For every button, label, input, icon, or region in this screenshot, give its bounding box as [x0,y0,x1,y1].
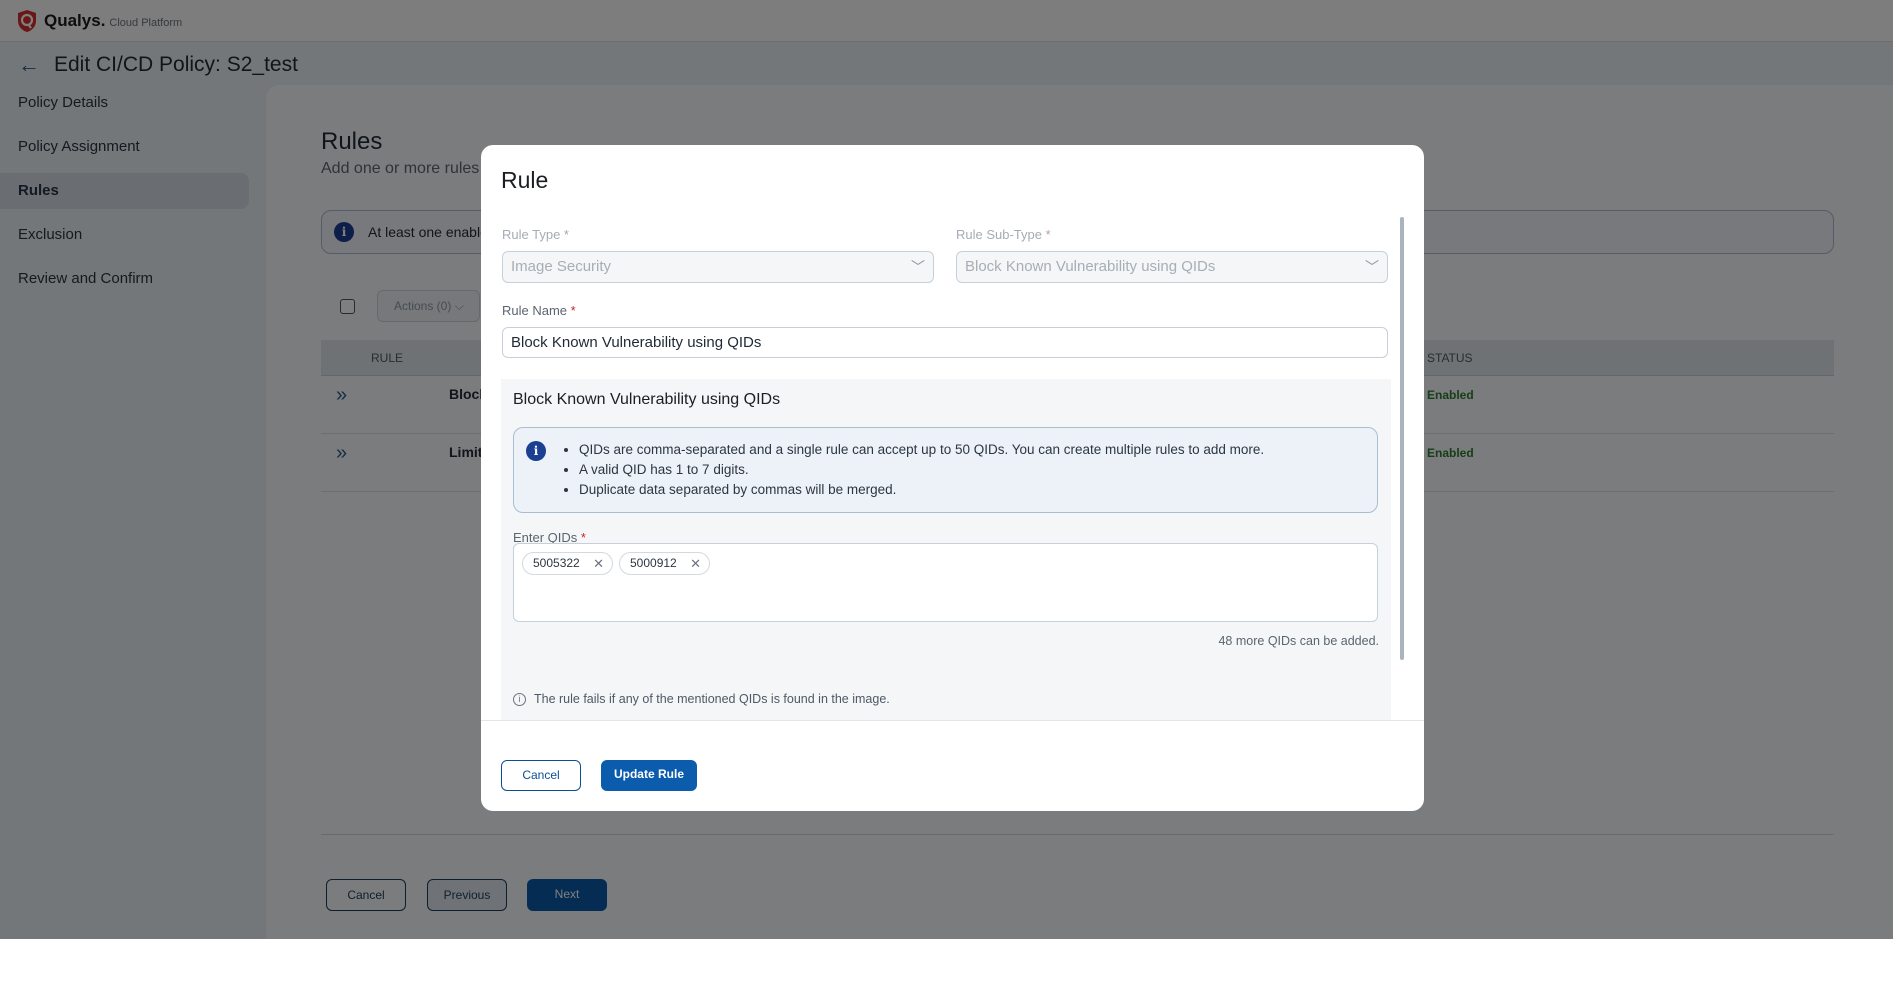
rule-type-value: Image Security [511,258,612,275]
info-item: A valid QID has 1 to 7 digits. [579,460,1264,480]
scrollbar[interactable] [1400,217,1404,660]
qids-input[interactable]: 5005322 ✕ 5000912 ✕ [513,543,1378,622]
rule-name-label: Rule Name * [502,303,576,318]
sub-type-label: Rule Sub-Type * [956,227,1051,242]
rule-modal: Rule Rule Type * Image Security ﹀ Rule Su… [481,145,1424,811]
qid-section: Block Known Vulnerability using QIDs i Q… [501,379,1391,720]
section-title: Block Known Vulnerability using QIDs [513,391,781,408]
rule-name-label-text: Rule Name [502,303,568,318]
chevron-down-icon: ﹀ [1365,259,1379,275]
update-rule-button[interactable]: Update Rule [601,760,697,791]
qid-chip: 5005322 ✕ [522,552,613,575]
qid-chip: 5000912 ✕ [619,552,710,575]
rule-type-select[interactable]: Image Security ﹀ [502,251,934,283]
rule-name-input[interactable]: Block Known Vulnerability using QIDs [502,327,1388,358]
footnote: i The rule fails if any of the mentioned … [513,692,890,706]
footnote-text: The rule fails if any of the mentioned Q… [534,692,890,706]
required-mark: * [1045,227,1051,242]
info-icon: i [526,441,546,461]
info-circle-icon: i [513,692,526,706]
close-icon[interactable]: ✕ [593,553,604,574]
close-icon[interactable]: ✕ [690,553,701,574]
remaining-count: 48 more QIDs can be added. [1218,634,1379,648]
app: Qualys. Cloud Platform ← Edit CI/CD Poli… [0,0,1893,939]
sub-type-label-text: Rule Sub-Type [956,227,1042,242]
info-item: QIDs are comma-separated and a single ru… [579,440,1264,460]
qid-info-box: i QIDs are comma-separated and a single … [513,427,1378,513]
rule-type-label-text: Rule Type [502,227,561,242]
qid-value: 5005322 [533,556,580,570]
required-mark: * [570,303,576,318]
sub-type-select[interactable]: Block Known Vulnerability using QIDs ﹀ [956,251,1388,283]
info-item: Duplicate data separated by commas will … [579,480,1264,500]
sub-type-value: Block Known Vulnerability using QIDs [965,258,1216,275]
modal-title: Rule [501,167,549,193]
modal-footer-divider [481,720,1424,721]
qid-value: 5000912 [630,556,677,570]
chevron-down-icon: ﹀ [911,259,925,275]
rule-type-label: Rule Type * [502,227,569,242]
modal-cancel-button[interactable]: Cancel [501,760,581,791]
required-mark: * [563,227,569,242]
